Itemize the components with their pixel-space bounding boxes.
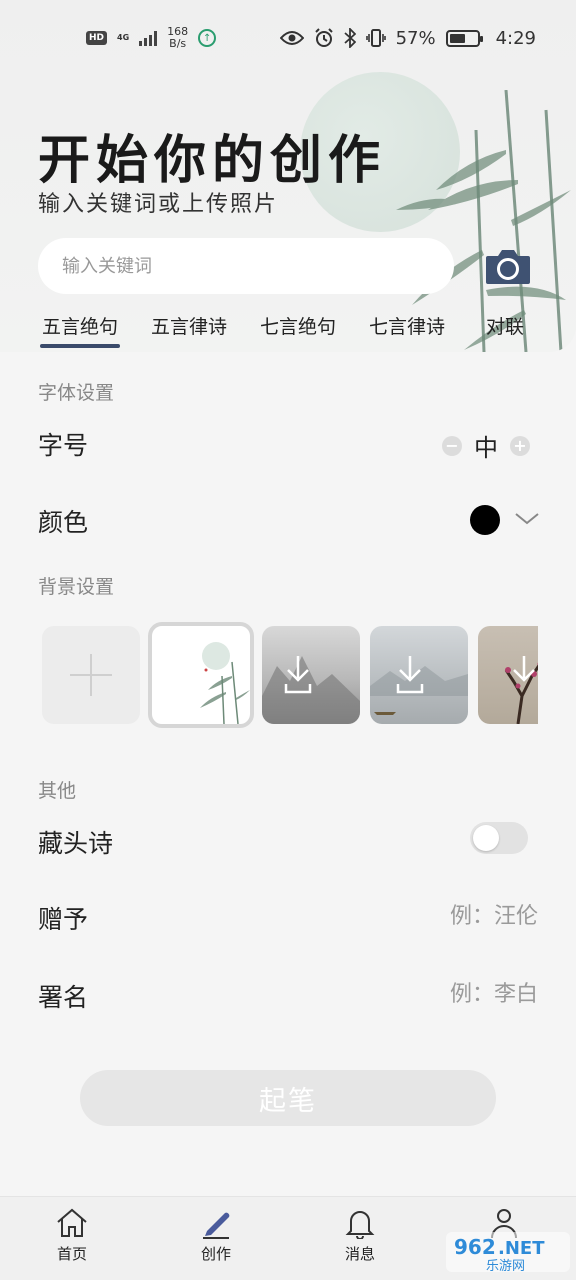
color-swatch[interactable]	[470, 505, 500, 535]
page-title: 开始你的创作	[38, 131, 387, 191]
tab-wuyan-jueju[interactable]: 五言绝句	[39, 312, 121, 348]
nav-home[interactable]: 首页	[32, 1207, 112, 1277]
tab-qiyan-lushi[interactable]: 七言律诗	[369, 312, 445, 339]
page-subtitle: 输入关键词或上传照片	[38, 192, 279, 217]
background-thumb-mountain[interactable]	[262, 626, 360, 724]
acrostic-label: 藏头诗	[38, 829, 114, 858]
bottom-navigation: 首页 创作 消息	[0, 1196, 576, 1280]
chevron-down-icon[interactable]	[514, 508, 540, 528]
battery-level	[449, 33, 465, 43]
background-settings-heading: 背景设置	[38, 576, 115, 598]
profile-icon	[491, 1209, 517, 1239]
tab-qiyan-jueju[interactable]: 七言绝句	[260, 312, 336, 339]
add-background-button[interactable]	[42, 626, 140, 724]
alarm-icon	[314, 28, 333, 47]
start-writing-button[interactable]: 起笔	[80, 1070, 496, 1126]
font-size-label: 字号	[38, 431, 89, 460]
signal-icon	[139, 30, 158, 46]
poem-type-tabs: 五言绝句 五言律诗 七言绝句 七言律诗 对联	[0, 312, 576, 352]
sync-icon: ↑	[198, 29, 217, 47]
battery-percent: 57%	[395, 27, 436, 49]
mountain-thumbnail	[262, 656, 360, 724]
eye-icon	[279, 31, 304, 45]
toggle-knob	[473, 825, 499, 851]
font-size-stepper: − 中 +	[442, 428, 530, 463]
battery-icon	[445, 29, 483, 47]
gift-label: 赠予	[38, 905, 89, 934]
lake-boat-thumbnail	[370, 656, 468, 715]
tab-wuyan-lushi[interactable]: 五言律诗	[151, 312, 227, 339]
nav-messages-label: 消息	[344, 1245, 375, 1263]
gift-recipient-input[interactable]	[358, 896, 538, 936]
plum-blossom-thumbnail	[504, 656, 538, 724]
nav-profile[interactable]	[464, 1207, 544, 1277]
vibrate-icon	[365, 29, 386, 47]
nav-messages[interactable]: 消息	[320, 1207, 400, 1277]
clock: 4:29	[495, 27, 536, 49]
acrostic-toggle[interactable]	[470, 822, 528, 854]
speed-unit: B/s	[169, 37, 187, 50]
pen-icon	[203, 1212, 230, 1239]
font-size-value: 中	[474, 434, 498, 462]
home-icon	[57, 1208, 87, 1237]
hd-badge: HD	[86, 31, 108, 45]
nav-create-label: 创作	[200, 1245, 231, 1263]
background-thumbnails	[42, 622, 538, 728]
other-settings-heading: 其他	[38, 780, 77, 802]
background-thumb-plum[interactable]	[478, 626, 538, 724]
background-thumb-lake[interactable]	[370, 626, 468, 724]
background-thumb-bamboo[interactable]	[148, 622, 254, 728]
decrease-size-button[interactable]: −	[442, 435, 462, 456]
plus-icon	[70, 654, 112, 696]
increase-size-button[interactable]: +	[510, 435, 530, 456]
color-label: 颜色	[38, 508, 89, 537]
status-bar: HD 4G 168 B/s ↑ 57% 4:29	[0, 0, 576, 76]
camera-icon[interactable]	[484, 244, 532, 288]
nav-create[interactable]: 创作	[176, 1207, 256, 1277]
network-speed: 168 B/s	[167, 26, 188, 50]
tab-duilian[interactable]: 对联	[486, 312, 524, 339]
signature-label: 署名	[38, 983, 89, 1012]
bell-icon	[345, 1211, 375, 1239]
network-type: 4G	[117, 33, 130, 42]
bluetooth-icon	[343, 28, 356, 48]
keyword-search-input[interactable]	[38, 238, 454, 294]
bamboo-moon-thumbnail	[200, 642, 250, 724]
nav-home-label: 首页	[56, 1245, 87, 1263]
signature-input[interactable]	[358, 974, 538, 1014]
font-settings-heading: 字体设置	[38, 382, 115, 404]
